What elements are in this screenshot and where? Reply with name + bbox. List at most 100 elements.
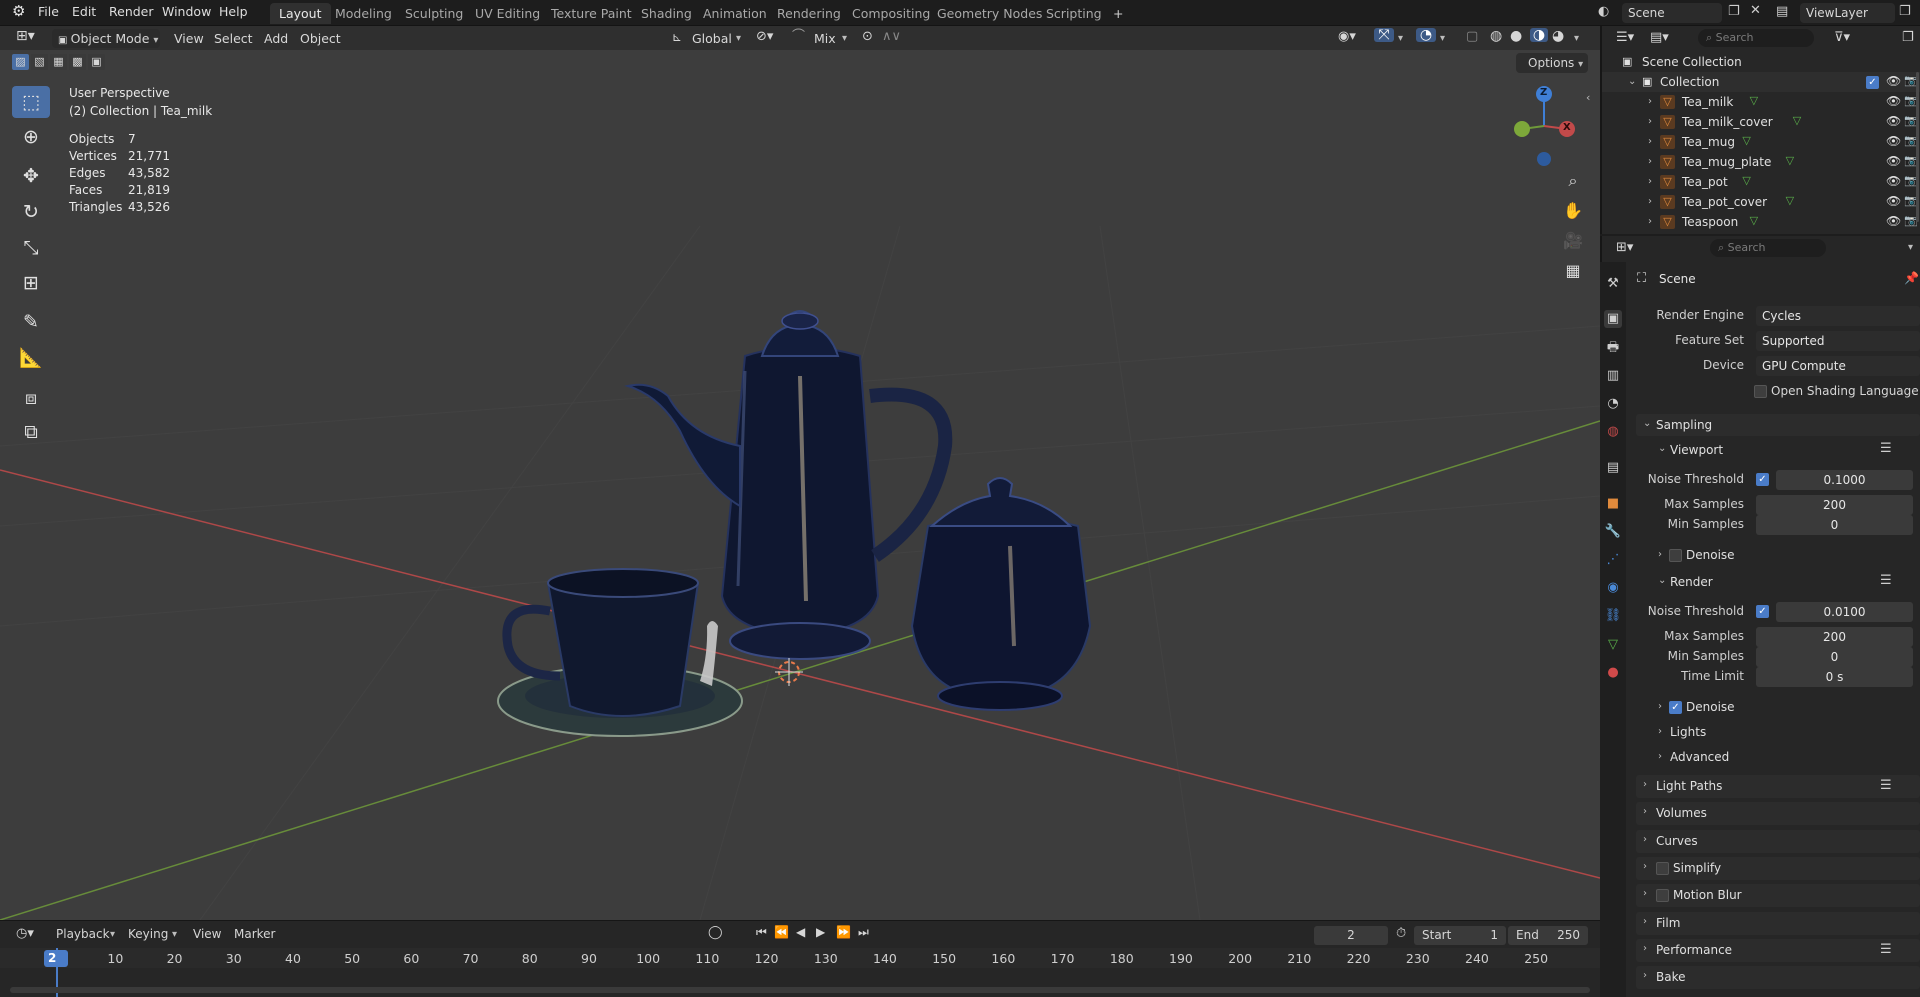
render-denoise-checkbox[interactable]: ✓ — [1669, 701, 1682, 714]
data-tab-icon[interactable]: ▽ — [1604, 636, 1622, 654]
mesh-data-icon[interactable]: ▽ — [1750, 95, 1758, 106]
outliner-scene-collection[interactable]: ▣ Scene Collection — [1602, 52, 1920, 72]
device-dropdown[interactable]: GPU Compute — [1756, 356, 1920, 376]
properties-options-chevron-icon[interactable]: ▾ — [1908, 242, 1913, 253]
panel-presets-icon[interactable]: ☰ — [1880, 778, 1892, 793]
select-invert-icon[interactable]: ▩ — [69, 54, 86, 70]
render-expand-icon[interactable]: ⌄ — [1658, 575, 1666, 586]
visibility-icon[interactable]: ◉▾ — [1338, 30, 1356, 43]
viewport-presets-icon[interactable]: ☰ — [1880, 441, 1892, 456]
panel-enable-checkbox[interactable] — [1656, 889, 1669, 903]
tab-scripting[interactable]: Scripting — [1037, 3, 1111, 24]
viewport-noise-threshold-field[interactable]: 0.1000 — [1776, 470, 1913, 490]
object-visibility-icon[interactable]: 👁 — [1886, 95, 1901, 107]
object-tab-icon[interactable]: ■ — [1604, 495, 1622, 513]
outliner-object-row[interactable]: › ▽ Tea_pot ▽ 👁 📷 — [1602, 172, 1920, 192]
jump-keyframe-back-icon[interactable]: ⏪ — [774, 926, 789, 938]
tool-tab-icon[interactable]: ⚒ — [1604, 275, 1622, 293]
viewport-denoise-checkbox[interactable] — [1669, 549, 1682, 562]
menu-object[interactable]: Object — [300, 29, 341, 48]
viewport-max-samples-field[interactable]: 200 — [1756, 495, 1913, 515]
object-visibility-icon[interactable]: 👁 — [1886, 135, 1901, 147]
measure-tool-icon[interactable]: 📐 — [12, 342, 50, 374]
mesh-data-icon[interactable]: ▽ — [1742, 135, 1750, 146]
display-mode-icon[interactable]: ▤▾ — [1650, 31, 1669, 44]
timeline-scrollbar[interactable] — [10, 987, 1590, 993]
select-new-icon[interactable]: ▨ — [12, 54, 29, 70]
outliner-scrollbar[interactable] — [1916, 72, 1919, 222]
mesh-data-icon[interactable]: ▽ — [1786, 155, 1794, 166]
3d-viewport[interactable]: Z X — [0, 26, 1600, 920]
outliner-collection[interactable]: ⌄ ▣ Collection ✓ 👁 📷 — [1602, 72, 1920, 92]
osl-checkbox[interactable] — [1754, 385, 1767, 398]
tab-rendering[interactable]: Rendering — [768, 3, 850, 24]
collection-visibility-icon[interactable]: 👁 — [1886, 75, 1901, 87]
render-engine-dropdown[interactable]: Cycles — [1756, 306, 1920, 326]
object-visibility-icon[interactable]: 👁 — [1886, 115, 1901, 127]
menu-edit[interactable]: Edit — [72, 4, 96, 19]
tab-geometry-nodes[interactable]: Geometry Nodes — [928, 3, 1051, 24]
physics-tab-icon[interactable]: ◉ — [1604, 579, 1622, 597]
tea-milk[interactable] — [910, 515, 1092, 692]
object-mode-dropdown[interactable]: ▣ Object Mode ▾ — [52, 29, 160, 48]
particles-tab-icon[interactable]: ⋰ — [1604, 551, 1622, 569]
panel-header-bake[interactable]: › Bake — [1636, 966, 1920, 990]
outliner-object-row[interactable]: › ▽ Tea_mug ▽ 👁 📷 — [1602, 132, 1920, 152]
modifier-tab-icon[interactable]: 🔧 — [1604, 523, 1622, 541]
collection-exclude-checkbox[interactable]: ✓ — [1866, 76, 1879, 89]
blender-logo-icon[interactable]: ⚙ — [12, 4, 25, 19]
preview-range-icon[interactable]: ⏱ — [1396, 927, 1406, 940]
tab-animation[interactable]: Animation — [694, 3, 776, 24]
proportional-editing-icon[interactable]: ⊙ — [862, 30, 873, 43]
lights-subpanel-title[interactable]: Lights — [1670, 725, 1706, 739]
select-extend-icon[interactable]: ▧ — [31, 54, 48, 70]
view-layer-selector[interactable]: ViewLayer — [1800, 3, 1895, 23]
outliner-object-row[interactable]: › ▽ Tea_milk ▽ 👁 📷 — [1602, 92, 1920, 112]
filter-icon[interactable]: ⊽▾ — [1834, 31, 1850, 44]
menu-playback[interactable]: Playback — [56, 927, 110, 941]
panel-header-motion-blur[interactable]: › Motion Blur — [1636, 884, 1920, 908]
current-frame-field[interactable]: 2 — [1314, 926, 1388, 945]
auto-keying-icon[interactable]: ◯ — [708, 926, 723, 939]
end-frame-field[interactable]: End 250 — [1508, 926, 1588, 945]
scene-icon[interactable]: ◐ — [1598, 5, 1609, 18]
outliner-object-row[interactable]: › ▽ Tea_pot_cover ▽ 👁 📷 — [1602, 192, 1920, 212]
select-subtract-icon[interactable]: ▦ — [50, 54, 67, 70]
teaspoon[interactable] — [700, 621, 718, 686]
outliner-object-row[interactable]: › ▽ Tea_mug_plate ▽ 👁 📷 — [1602, 152, 1920, 172]
select-intersect-icon[interactable]: ▣ — [88, 54, 105, 70]
advanced-expand-icon[interactable]: › — [1658, 751, 1662, 762]
tab-uv-editing[interactable]: UV Editing — [466, 3, 549, 24]
gizmo-toggle-icon[interactable]: ⤧ — [1374, 28, 1394, 42]
outliner-search-input[interactable]: ⌕ Search — [1698, 29, 1814, 47]
menu-window[interactable]: Window — [162, 4, 211, 19]
object-expand-icon[interactable]: › — [1648, 192, 1652, 212]
view-layer-icon[interactable]: ▤ — [1776, 5, 1788, 18]
snap-mode-dropdown[interactable]: Mix — [814, 29, 836, 48]
tab-shading[interactable]: Shading — [632, 3, 701, 24]
scene-tab-icon[interactable]: ◔ — [1604, 395, 1622, 413]
menu-add[interactable]: Add — [264, 29, 288, 48]
mesh-data-icon[interactable]: ▽ — [1750, 215, 1758, 226]
panel-presets-icon[interactable]: ☰ — [1880, 942, 1892, 957]
menu-render[interactable]: Render — [109, 4, 154, 19]
render-denoise-expand-icon[interactable]: › — [1658, 701, 1662, 712]
panel-header-volumes[interactable]: › Volumes — [1636, 802, 1920, 826]
timeline-editor-icon[interactable]: ◷▾ — [16, 927, 34, 940]
pivot-point-icon[interactable]: ⊘▾ — [756, 30, 773, 43]
jump-keyframe-forward-icon[interactable]: ⏩ — [836, 926, 851, 938]
annotate-tool-icon[interactable]: ✎ — [12, 306, 50, 338]
mesh-data-icon[interactable]: ▽ — [1786, 195, 1794, 206]
play-icon[interactable]: ▶ — [816, 926, 825, 938]
collection-expand-icon[interactable]: ⌄ — [1628, 72, 1636, 92]
wireframe-shading-icon[interactable]: ◍ — [1490, 29, 1502, 43]
object-visibility-icon[interactable]: 👁 — [1886, 155, 1901, 167]
render-presets-icon[interactable]: ☰ — [1880, 573, 1892, 588]
outliner-editor-icon[interactable]: ☰▾ — [1616, 31, 1634, 44]
render-max-samples-field[interactable]: 200 — [1756, 627, 1913, 647]
new-view-layer-icon[interactable]: ❐ — [1899, 5, 1911, 18]
panel-header-film[interactable]: › Film — [1636, 911, 1920, 935]
viewport-noise-threshold-checkbox[interactable]: ✓ — [1756, 473, 1769, 486]
render-tab-icon[interactable]: ▣ — [1604, 310, 1622, 328]
object-expand-icon[interactable]: › — [1648, 132, 1652, 152]
